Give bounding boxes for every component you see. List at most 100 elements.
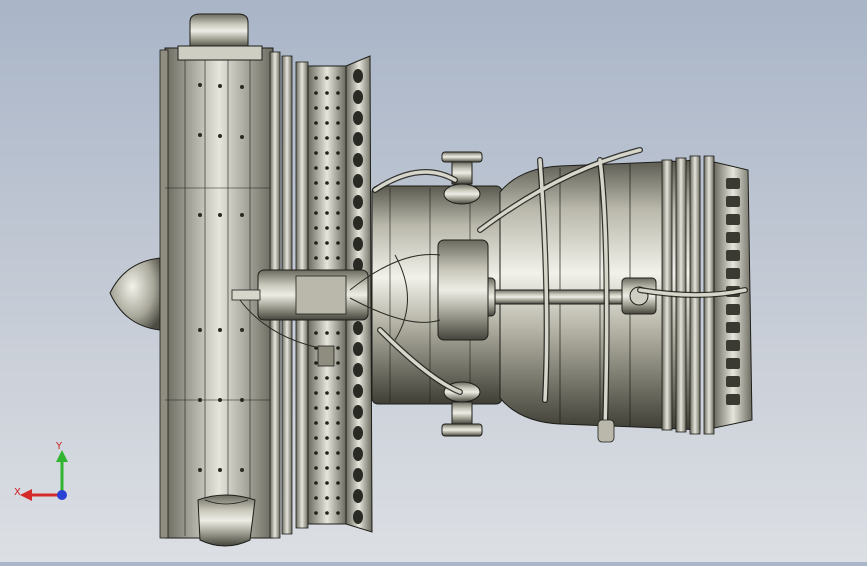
nozzle-slot — [726, 376, 740, 387]
perforation-hole — [336, 451, 340, 455]
band-slot — [353, 468, 363, 482]
band-slot — [353, 111, 363, 125]
perforation-hole — [336, 496, 340, 500]
perforation-hole — [314, 331, 318, 335]
nozzle-slot — [726, 250, 740, 261]
nozzle-slot — [726, 322, 740, 333]
perforation-hole — [325, 331, 329, 335]
perforation-hole — [325, 121, 329, 125]
perforation-hole — [325, 226, 329, 230]
perforation-hole — [325, 511, 329, 515]
perforation-hole — [314, 136, 318, 140]
coordinate-triad: Y X — [14, 441, 68, 501]
perforation-hole — [314, 121, 318, 125]
band-slot — [353, 405, 363, 419]
perforation-hole — [325, 136, 329, 140]
perforation-hole — [336, 151, 340, 155]
perforation-hole — [336, 211, 340, 215]
perforation-hole — [325, 166, 329, 170]
band-slot — [353, 216, 363, 230]
nozzle-slot — [726, 196, 740, 207]
perforation-hole — [314, 376, 318, 380]
perforation-hole — [314, 151, 318, 155]
perforation-hole — [325, 496, 329, 500]
perforation-hole — [314, 211, 318, 215]
perforation-hole — [314, 406, 318, 410]
nozzle-slot — [726, 358, 740, 369]
perforation-hole — [336, 331, 340, 335]
perforation-hole — [336, 106, 340, 110]
cad-viewport[interactable] — [0, 0, 867, 562]
band-slot — [353, 342, 363, 356]
perforation-hole — [336, 436, 340, 440]
perforation-hole — [336, 391, 340, 395]
perforation-hole — [325, 376, 329, 380]
nozzle-slot — [726, 268, 740, 279]
band-slot — [353, 321, 363, 335]
x-axis-label: X — [14, 487, 21, 498]
perforation-hole — [314, 196, 318, 200]
perforation-hole — [336, 241, 340, 245]
nozzle-slot — [726, 214, 740, 225]
band-slot — [353, 363, 363, 377]
perforation-hole — [336, 346, 340, 350]
perforation-hole — [336, 226, 340, 230]
perforation-hole — [336, 361, 340, 365]
z-axis-dot — [57, 490, 67, 500]
band-slot — [353, 174, 363, 188]
perforation-hole — [325, 211, 329, 215]
perforation-hole — [336, 181, 340, 185]
perforation-hole — [314, 361, 318, 365]
perforation-hole — [336, 91, 340, 95]
perforation-hole — [336, 511, 340, 515]
perforation-hole — [314, 421, 318, 425]
perforation-hole — [314, 391, 318, 395]
perforation-hole — [325, 256, 329, 260]
band-slot — [353, 153, 363, 167]
perforation-hole — [336, 76, 340, 80]
perforation-hole — [336, 376, 340, 380]
band-slot — [353, 510, 363, 524]
perforation-hole — [325, 181, 329, 185]
nozzle-slot — [726, 340, 740, 351]
band-slot — [353, 132, 363, 146]
perforation-hole — [314, 226, 318, 230]
perforation-hole — [325, 391, 329, 395]
band-slot — [353, 489, 363, 503]
band-slot — [353, 195, 363, 209]
nozzle-slot — [726, 304, 740, 315]
nose-cone — [109, 257, 161, 331]
perforation-hole — [314, 496, 318, 500]
perforation-hole — [325, 436, 329, 440]
perforation-hole — [314, 181, 318, 185]
perforation-hole — [314, 466, 318, 470]
perforation-hole — [336, 466, 340, 470]
perforation-hole — [314, 451, 318, 455]
x-axis-head — [20, 489, 32, 501]
perforation-hole — [314, 166, 318, 170]
perforation-hole — [325, 106, 329, 110]
perforation-hole — [314, 91, 318, 95]
perforation-hole — [325, 421, 329, 425]
engine-model[interactable] — [0, 0, 867, 562]
perforation-hole — [314, 481, 318, 485]
perforation-hole — [325, 196, 329, 200]
perforation-hole — [325, 481, 329, 485]
perforation-hole — [325, 91, 329, 95]
perforation-hole — [314, 256, 318, 260]
nozzle-slot — [726, 232, 740, 243]
band-slot — [353, 384, 363, 398]
nozzle-slot — [726, 394, 740, 405]
perforation-hole — [336, 481, 340, 485]
perforation-hole — [336, 121, 340, 125]
band-slot — [353, 69, 363, 83]
band-slot — [353, 237, 363, 251]
perforation-hole — [325, 406, 329, 410]
band-slot — [353, 426, 363, 440]
perforation-hole — [336, 421, 340, 425]
bottom-mount — [197, 494, 256, 547]
top-mount — [189, 13, 249, 49]
perforation-hole — [336, 166, 340, 170]
perforation-hole — [314, 436, 318, 440]
y-axis-label: Y — [55, 441, 63, 452]
